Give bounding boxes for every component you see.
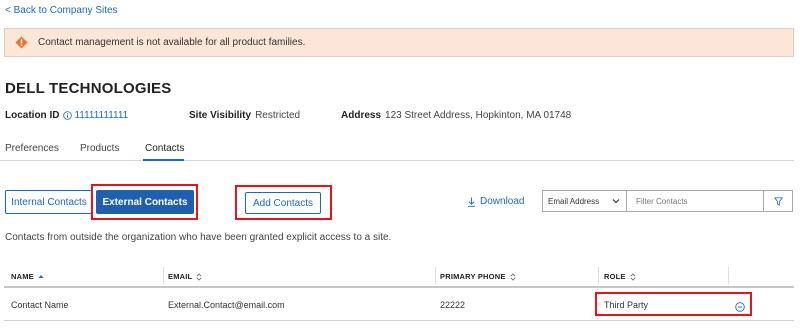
banner-message: Contact management is not available for … <box>38 37 306 48</box>
location-id-value: 11111111111 <box>74 110 129 121</box>
sort-icon <box>510 272 516 281</box>
address-label: Address <box>341 110 382 121</box>
column-divider <box>435 267 436 284</box>
contact-phone-cell: 22222 <box>440 300 466 310</box>
site-visibility-value: Restricted <box>255 110 301 121</box>
warning-banner: Contact management is not available for … <box>4 28 794 57</box>
table-header: NAME EMAIL PRIMARY PHONE ROLE <box>4 263 794 288</box>
external-contacts-description: Contacts from outside the organization w… <box>5 232 392 243</box>
address-value: 123 Street Address, Hopkinton, MA 01748 <box>385 110 572 121</box>
site-address: Address 123 Street Address, Hopkinton, M… <box>341 110 571 121</box>
highlight-role-cell <box>595 292 752 316</box>
column-header-primary-phone[interactable]: PRIMARY PHONE <box>440 272 516 281</box>
tab-products[interactable]: Products <box>80 143 119 154</box>
contact-email-cell: External.Contact@email.com <box>168 300 285 310</box>
download-icon <box>467 197 476 207</box>
contact-name-cell: Contact Name <box>11 300 69 310</box>
tab-preferences[interactable]: Preferences <box>5 143 59 154</box>
site-tabs: Preferences Products Contacts <box>0 136 794 161</box>
filter-field-value: Email Address <box>548 196 600 206</box>
filter-button[interactable] <box>764 191 792 211</box>
filter-field-select[interactable]: Email Address <box>543 191 627 211</box>
highlight-add-contacts <box>235 185 332 220</box>
column-header-name[interactable]: NAME <box>11 272 44 281</box>
highlight-external-contacts <box>91 184 198 220</box>
site-visibility: Site Visibility Restricted <box>189 110 300 121</box>
column-divider <box>598 267 599 284</box>
internal-contacts-button[interactable]: Internal Contacts <box>5 190 93 214</box>
download-label: Download <box>480 196 525 207</box>
active-tab-indicator <box>143 159 184 161</box>
column-divider <box>163 267 164 284</box>
chevron-down-icon <box>612 199 620 204</box>
filter-contacts-input[interactable]: Filter Contacts <box>627 191 764 211</box>
sort-ascending-icon <box>38 274 44 278</box>
site-visibility-label: Site Visibility <box>189 110 252 121</box>
back-to-company-sites-link[interactable]: < Back to Company Sites <box>5 5 118 16</box>
column-header-role[interactable]: ROLE <box>604 272 636 281</box>
location-id: Location ID 11111111111 <box>5 110 128 121</box>
sort-icon <box>196 272 202 281</box>
column-header-email[interactable]: EMAIL <box>168 272 202 281</box>
info-icon[interactable] <box>63 111 73 120</box>
download-link[interactable]: Download <box>467 196 524 207</box>
sort-icon <box>630 272 636 281</box>
warning-icon <box>15 36 28 49</box>
funnel-icon <box>773 196 783 206</box>
tab-contacts[interactable]: Contacts <box>145 143 184 154</box>
location-id-label: Location ID <box>5 110 60 121</box>
company-name: DELL TECHNOLOGIES <box>5 80 172 97</box>
column-divider <box>728 267 729 284</box>
contact-filter: Email Address Filter Contacts <box>542 190 793 212</box>
